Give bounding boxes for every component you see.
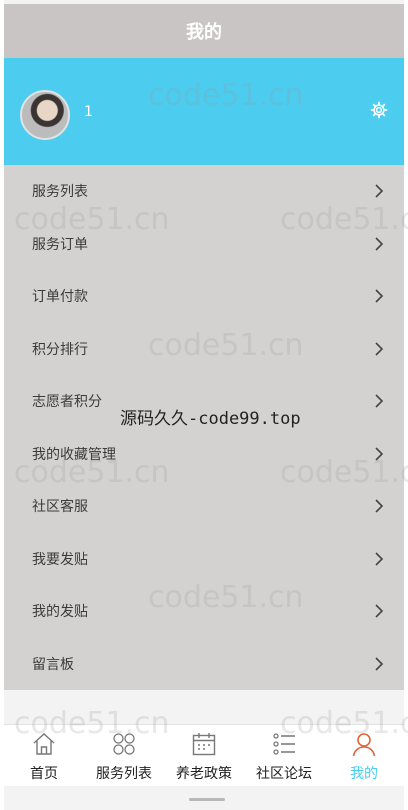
menu-item-label: 我要发贴 [32,551,88,568]
profile-banner: 1 [4,58,404,165]
calendar-icon [192,733,216,756]
home-icon [33,733,55,755]
page-title: 我的 [186,22,222,43]
menu-item-service-orders[interactable]: 服务订单 [4,218,404,271]
tab-home[interactable]: 首页 [4,725,84,787]
bottom-tab-bar: 首页 服务列表 养老政策 社区论坛 我的 [4,724,404,787]
menu-item-label: 社区客服 [32,499,88,516]
chevron-right-icon [375,342,384,356]
username: 1 [84,104,93,120]
tab-label: 社区论坛 [256,766,312,782]
tab-label: 服务列表 [96,766,152,782]
chevron-right-icon [375,237,384,251]
menu-item-favorites[interactable]: 我的收藏管理 [4,428,404,481]
menu-item-label: 服务列表 [32,184,88,201]
chevron-right-icon [375,447,384,461]
menu-list: 服务列表 服务订单 订单付款 积分排行 志愿者积分 我的收藏管理 社区客服 我要… [4,165,404,690]
menu-item-label: 我的发贴 [32,604,88,621]
tab-label: 我的 [350,766,378,782]
menu-item-label: 留言板 [32,656,74,673]
chevron-right-icon [375,184,384,198]
tab-profile[interactable]: 我的 [324,725,404,787]
grid-icon [113,733,135,755]
tab-community-forum[interactable]: 社区论坛 [244,725,324,787]
menu-item-label: 服务订单 [32,236,88,253]
menu-item-new-post[interactable]: 我要发贴 [4,533,404,586]
page-header: 我的 [4,4,404,58]
tab-label: 首页 [30,766,58,782]
chevron-right-icon [375,657,384,671]
tab-service-list[interactable]: 服务列表 [84,725,164,787]
menu-item-points-ranking[interactable]: 积分排行 [4,323,404,376]
menu-item-label: 志愿者积分 [32,394,102,411]
tab-label: 养老政策 [176,766,232,782]
tab-elderly-policy[interactable]: 养老政策 [164,725,244,787]
menu-item-my-posts[interactable]: 我的发贴 [4,585,404,638]
home-indicator[interactable] [189,798,225,801]
menu-item-service-list[interactable]: 服务列表 [4,165,404,218]
user-icon [352,733,376,757]
menu-item-message-board[interactable]: 留言板 [4,638,404,691]
app-root: 我的 1 服务列表 服务订单 订单付款 积分排行 志愿者积分 我的收藏管理 社区… [4,0,404,810]
menu-item-label: 我的收藏管理 [32,446,116,463]
chevron-right-icon [375,499,384,513]
gear-icon[interactable] [370,101,388,119]
chevron-right-icon [375,394,384,408]
list-icon [273,733,295,755]
home-indicator-area [4,786,404,810]
chevron-right-icon [375,289,384,303]
chevron-right-icon [375,552,384,566]
menu-item-volunteer-points[interactable]: 志愿者积分 [4,375,404,428]
chevron-right-icon [375,604,384,618]
menu-item-customer-service[interactable]: 社区客服 [4,480,404,533]
menu-item-label: 订单付款 [32,289,88,306]
menu-item-order-payment[interactable]: 订单付款 [4,270,404,323]
user-avatar[interactable] [20,90,70,140]
menu-item-label: 积分排行 [32,341,88,358]
